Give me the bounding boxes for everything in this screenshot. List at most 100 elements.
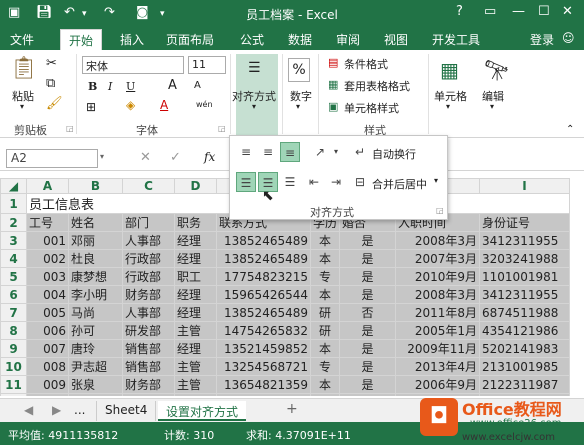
table-cell[interactable]: 2122311987 xyxy=(479,375,571,394)
table-cell[interactable]: 是 xyxy=(339,357,397,376)
font-size-combo[interactable]: 11 xyxy=(188,56,226,74)
table-cell[interactable]: 销售部 xyxy=(122,357,175,376)
table-cell[interactable]: 2009年11月 xyxy=(395,339,481,358)
phonetic-button[interactable]: wén xyxy=(196,100,213,109)
table-cell[interactable]: 003 xyxy=(26,267,69,286)
table-cell[interactable]: 职工 xyxy=(174,267,217,286)
table-cell[interactable]: 3412311955 xyxy=(479,285,571,304)
conditional-format-icon[interactable]: ▤ xyxy=(328,56,338,69)
row-header[interactable]: 11 xyxy=(0,375,27,394)
table-cell[interactable]: 康梦想 xyxy=(68,267,123,286)
table-cell[interactable]: 2013年4月 xyxy=(395,357,481,376)
column-header[interactable]: C xyxy=(122,178,175,194)
merge-center-icon[interactable]: ⊟ xyxy=(350,172,370,192)
cell-style-button[interactable]: 单元格样式 xyxy=(344,100,399,116)
header-cell[interactable]: 职务 xyxy=(174,213,217,232)
header-cell[interactable]: 姓名 xyxy=(68,213,123,232)
table-cell[interactable]: 2006年9月 xyxy=(395,375,481,394)
find-icon[interactable]: 🔭︎ xyxy=(484,58,509,82)
table-cell[interactable]: 005 xyxy=(26,303,69,322)
decrease-indent-icon[interactable]: ⇤ xyxy=(304,172,324,192)
tab-file[interactable]: 文件 xyxy=(10,31,34,48)
column-header[interactable]: D xyxy=(174,178,217,194)
border-icon[interactable]: ⊞ xyxy=(86,100,96,114)
conditional-format-button[interactable]: 条件格式 xyxy=(344,56,388,72)
table-cell[interactable]: 研发部 xyxy=(122,321,175,340)
increase-indent-icon[interactable]: ⇥ xyxy=(326,172,346,192)
table-cell[interactable]: 人事部 xyxy=(122,303,175,322)
tab-review[interactable]: 审阅 xyxy=(336,31,360,48)
close-button[interactable]: ✕ xyxy=(562,4,573,19)
row-header[interactable]: 12 xyxy=(0,393,27,396)
table-cell[interactable]: 马尚 xyxy=(68,303,123,322)
table-cell[interactable]: 13852465489 xyxy=(216,249,311,268)
cells-button[interactable]: 单元格 xyxy=(434,88,467,104)
copy-icon[interactable]: ⧉ xyxy=(46,76,55,91)
row-header[interactable]: 1 xyxy=(0,193,27,214)
table-cell[interactable]: 本 xyxy=(309,285,341,304)
fill-color-icon[interactable]: ◈ xyxy=(126,98,135,112)
table-cell[interactable]: 004 xyxy=(26,285,69,304)
table-cell[interactable]: 002 xyxy=(26,249,69,268)
table-cell[interactable]: 是 xyxy=(339,393,397,396)
table-cell[interactable]: 2010年9月 xyxy=(395,267,481,286)
table-cell[interactable]: 007 xyxy=(26,339,69,358)
table-cell[interactable]: 财务部 xyxy=(122,375,175,394)
table-format-button[interactable]: 套用表格格式 xyxy=(344,78,410,94)
table-cell[interactable]: 5202141983 xyxy=(479,339,571,358)
more-sheets-button[interactable]: ... xyxy=(66,401,93,421)
table-cell[interactable]: 本 xyxy=(309,393,341,396)
select-all-corner[interactable]: ◢ xyxy=(0,178,27,194)
table-cell[interactable]: 是 xyxy=(339,375,397,394)
table-cell[interactable]: 008 xyxy=(26,357,69,376)
table-cell[interactable]: 孙可 xyxy=(68,321,123,340)
table-cell[interactable]: 是 xyxy=(339,267,397,286)
row-header[interactable]: 5 xyxy=(0,267,27,286)
merge-center-button[interactable]: 合并后居中 xyxy=(372,176,427,192)
table-cell[interactable]: 专 xyxy=(309,267,341,286)
wrap-text-button[interactable]: 自动换行 xyxy=(372,146,416,162)
table-cell[interactable]: 13254568721 xyxy=(216,357,311,376)
wrap-text-icon[interactable]: ↵ xyxy=(350,142,370,162)
tab-data[interactable]: 数据 xyxy=(288,31,312,48)
table-cell[interactable]: 2008年3月 xyxy=(395,231,481,250)
minimize-button[interactable]: — xyxy=(512,4,525,19)
table-cell[interactable]: 行政部 xyxy=(122,249,175,268)
cells-icon[interactable]: ▦ xyxy=(440,58,459,82)
top-align-icon[interactable]: ≡ xyxy=(236,142,256,162)
table-cell[interactable]: 006 xyxy=(26,321,69,340)
shrink-font-button[interactable]: A xyxy=(194,80,201,91)
table-cell[interactable]: 是 xyxy=(339,321,397,340)
table-cell[interactable]: 本 xyxy=(309,231,341,250)
table-cell[interactable]: 13852465489 xyxy=(216,303,311,322)
tab-home[interactable]: 开始 xyxy=(60,29,103,51)
table-cell[interactable]: 14754265832 xyxy=(216,321,311,340)
cell-style-icon[interactable]: ▣ xyxy=(328,100,338,113)
table-cell[interactable]: 是 xyxy=(339,249,397,268)
cut-icon[interactable]: ✂ xyxy=(46,56,57,71)
table-cell[interactable]: 2005年1月 xyxy=(395,321,481,340)
font-name-combo[interactable]: 宋体 xyxy=(82,56,184,74)
table-cell[interactable]: 是 xyxy=(339,285,397,304)
table-cell[interactable]: 009 xyxy=(26,375,69,394)
table-cell[interactable]: 行政部 xyxy=(122,267,175,286)
tab-sheet4[interactable]: Sheet4 xyxy=(96,401,157,421)
column-header[interactable]: A xyxy=(26,178,69,194)
header-cell[interactable]: 身份证号 xyxy=(479,213,571,232)
login-link[interactable]: 登录 xyxy=(530,31,554,48)
table-cell[interactable]: 2131001985 xyxy=(479,357,571,376)
alignment-icon[interactable]: ☰ xyxy=(248,60,261,76)
header-cell[interactable]: 工号 xyxy=(26,213,69,232)
table-cell[interactable]: 2007年3月 xyxy=(395,249,481,268)
table-cell[interactable]: 张泉 xyxy=(68,375,123,394)
number-format-icon[interactable]: % xyxy=(288,58,310,82)
name-box[interactable]: A2 xyxy=(6,149,98,168)
help-button[interactable]: ? xyxy=(456,4,463,19)
align-left-icon[interactable]: ☰ xyxy=(236,172,256,192)
table-cell[interactable]: 主管 xyxy=(174,393,217,396)
clipboard-launcher-icon[interactable]: ◲ xyxy=(66,124,74,133)
tab-developer[interactable]: 开发工具 xyxy=(432,31,480,48)
collapse-ribbon-icon[interactable]: ⌃ xyxy=(566,124,574,135)
table-cell[interactable]: 是 xyxy=(339,339,397,358)
alignment-launcher-icon[interactable]: ◲ xyxy=(436,206,444,215)
